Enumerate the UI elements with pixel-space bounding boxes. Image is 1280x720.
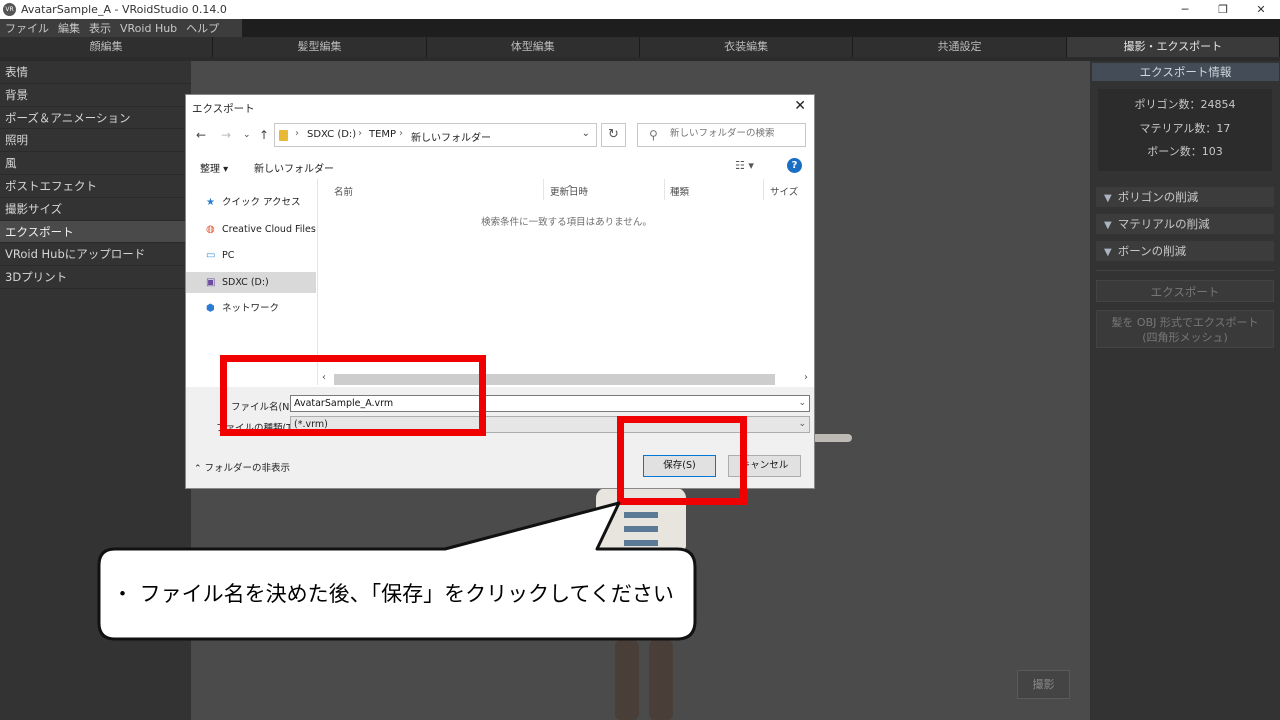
avatar-arm bbox=[812, 434, 852, 442]
restore-icon[interactable]: ❐ bbox=[1204, 0, 1242, 19]
nav-creative-cloud[interactable]: ◍ Creative Cloud Files bbox=[186, 219, 316, 240]
sidebar-item-vroid-hub-upload[interactable]: VRoid Hubにアップロード bbox=[0, 243, 191, 267]
help-icon[interactable]: ? bbox=[787, 158, 802, 173]
dialog-toolbar: 整理 ▾ 新しいフォルダー ☷ ▾ ? bbox=[186, 155, 814, 179]
export-panel: エクスポート情報 ポリゴン数：24854 マテリアル数：17 ボーン数：103 … bbox=[1090, 61, 1280, 720]
close-icon[interactable]: ✕ bbox=[1242, 0, 1280, 19]
bone-count: ボーン数：103 bbox=[1147, 145, 1223, 158]
pc-icon: ▭ bbox=[206, 250, 216, 261]
menu-help[interactable]: ヘルプ bbox=[181, 20, 223, 36]
sidebar-item-3d-print[interactable]: 3Dプリント bbox=[0, 266, 191, 289]
nav-quick-access[interactable]: ★ クイック アクセス bbox=[186, 192, 316, 213]
recent-dropdown-icon[interactable]: ⌄ bbox=[243, 130, 251, 140]
empty-message: 検索条件に一致する項目はありません。 bbox=[481, 217, 652, 228]
menu-view[interactable]: 表示 bbox=[84, 20, 115, 36]
tab-hair[interactable]: 髪型編集 bbox=[213, 37, 427, 57]
menu-strip bbox=[242, 19, 1280, 37]
breadcrumb-new-folder[interactable]: 新しいフォルダー bbox=[411, 129, 491, 144]
nav-network[interactable]: ⬢ ネットワーク bbox=[186, 298, 316, 319]
folder-icon bbox=[279, 130, 288, 141]
tab-photo-export[interactable]: 撮影・エクスポート bbox=[1066, 37, 1280, 57]
search-input[interactable] bbox=[670, 128, 800, 139]
app-icon: VR bbox=[3, 3, 16, 16]
sd-card-icon: ▣ bbox=[206, 277, 216, 288]
search-box[interactable]: ⚲ bbox=[637, 123, 806, 147]
mode-tabs: 顔編集 髪型編集 体型編集 衣装編集 共通設定 撮影・エクスポート bbox=[0, 37, 1280, 57]
tab-face[interactable]: 顔編集 bbox=[0, 37, 214, 57]
column-modified[interactable]: 更新日時 bbox=[550, 184, 588, 198]
breadcrumb-drive[interactable]: SDXC (D:) bbox=[307, 129, 356, 140]
chevron-down-icon: ▼ bbox=[1104, 247, 1112, 258]
sidebar-item-post-effect[interactable]: ポストエフェクト bbox=[0, 175, 191, 198]
chevron-right-icon: › bbox=[295, 128, 299, 139]
window-controls: ─ ❐ ✕ bbox=[1166, 0, 1280, 19]
chevron-right-icon: › bbox=[399, 128, 403, 139]
instruction-callout bbox=[97, 501, 697, 641]
section-polygon-reduction[interactable]: ▼ ポリゴンの削減 bbox=[1096, 187, 1274, 207]
file-list-header: ⌃ 名前 更新日時 種類 サイズ bbox=[319, 179, 814, 200]
tab-common[interactable]: 共通設定 bbox=[853, 37, 1067, 57]
search-icon: ⚲ bbox=[649, 128, 658, 142]
filename-highlight-box bbox=[220, 355, 486, 436]
export-info-header: エクスポート情報 bbox=[1092, 63, 1279, 81]
divider bbox=[1096, 270, 1274, 271]
view-options-icon[interactable]: ☷ ▾ bbox=[735, 159, 754, 172]
column-divider[interactable] bbox=[543, 179, 544, 200]
export-button[interactable]: エクスポート bbox=[1096, 280, 1274, 302]
title-bar: VR AvatarSample_A - VRoidStudio 0.14.0 ─… bbox=[0, 0, 1280, 19]
menu-bar: ファイル 編集 表示 VRoid Hub ヘルプ bbox=[0, 19, 242, 37]
export-info-box: ポリゴン数：24854 マテリアル数：17 ボーン数：103 bbox=[1098, 89, 1272, 171]
back-arrow-icon[interactable]: ← bbox=[196, 128, 206, 142]
tab-body[interactable]: 体型編集 bbox=[426, 37, 640, 57]
polygon-count: ポリゴン数：24854 bbox=[1134, 98, 1236, 111]
material-count: マテリアル数：17 bbox=[1139, 121, 1231, 135]
sidebar-item-background[interactable]: 背景 bbox=[0, 84, 191, 107]
menu-file[interactable]: ファイル bbox=[0, 20, 53, 36]
creative-cloud-icon: ◍ bbox=[206, 224, 215, 235]
chevron-down-icon[interactable]: ⌄ bbox=[798, 417, 806, 432]
column-size[interactable]: サイズ bbox=[770, 184, 798, 198]
forward-arrow-icon[interactable]: → bbox=[221, 128, 231, 142]
chevron-down-icon: ▼ bbox=[1104, 193, 1112, 204]
menu-vroid-hub[interactable]: VRoid Hub bbox=[115, 22, 181, 35]
section-bone-reduction[interactable]: ▼ ボーンの削減 bbox=[1096, 241, 1274, 261]
menu-edit[interactable]: 編集 bbox=[53, 20, 84, 36]
column-name[interactable]: 名前 bbox=[334, 184, 353, 198]
chevron-down-icon[interactable]: ⌄ bbox=[582, 128, 590, 139]
chevron-down-icon: ▼ bbox=[1104, 220, 1112, 231]
column-divider[interactable] bbox=[763, 179, 764, 200]
export-hair-obj-button[interactable]: 髪を OBJ 形式でエクスポート (四角形メッシュ) bbox=[1096, 310, 1274, 348]
new-folder-button[interactable]: 新しいフォルダー bbox=[254, 160, 334, 175]
sidebar-item-export[interactable]: エクスポート bbox=[0, 220, 191, 244]
tab-outfit[interactable]: 衣装編集 bbox=[639, 37, 854, 57]
column-divider[interactable] bbox=[664, 179, 665, 200]
avatar-legs bbox=[615, 640, 675, 720]
scroll-right-icon[interactable]: › bbox=[804, 372, 808, 383]
network-icon: ⬢ bbox=[206, 303, 215, 314]
chevron-right-icon: › bbox=[358, 128, 362, 139]
callout-text: ・ ファイル名を決めた後、「保存」をクリックしてください bbox=[112, 582, 674, 606]
minimize-icon[interactable]: ─ bbox=[1166, 0, 1204, 19]
star-icon: ★ bbox=[206, 197, 215, 208]
address-bar[interactable]: › SDXC (D:) › TEMP › 新しいフォルダー ⌄ bbox=[274, 123, 597, 147]
sidebar-item-pose-animation[interactable]: ポーズ＆アニメーション bbox=[0, 107, 191, 130]
column-type[interactable]: 種類 bbox=[670, 184, 689, 198]
sidebar-item-expression[interactable]: 表情 bbox=[0, 61, 191, 84]
up-arrow-icon[interactable]: ↑ bbox=[259, 128, 269, 142]
breadcrumb-temp[interactable]: TEMP bbox=[369, 129, 396, 140]
window-title: AvatarSample_A - VRoidStudio 0.14.0 bbox=[21, 3, 227, 16]
address-row: ← → ⌄ ↑ › SDXC (D:) › TEMP › 新しいフォルダー ⌄ … bbox=[186, 123, 814, 149]
organize-button[interactable]: 整理 ▾ bbox=[200, 160, 228, 175]
sidebar-item-shot-size[interactable]: 撮影サイズ bbox=[0, 198, 191, 221]
nav-sdxc-drive[interactable]: ▣ SDXC (D:) bbox=[186, 272, 316, 293]
nav-pc[interactable]: ▭ PC bbox=[186, 245, 316, 266]
dialog-close-icon[interactable]: ✕ bbox=[794, 98, 806, 114]
sidebar-item-lighting[interactable]: 照明 bbox=[0, 129, 191, 153]
refresh-icon[interactable]: ↻ bbox=[601, 123, 626, 147]
chevron-down-icon[interactable]: ⌄ bbox=[798, 396, 806, 411]
dialog-title: エクスポート bbox=[192, 103, 255, 115]
sidebar-item-wind[interactable]: 風 bbox=[0, 152, 191, 175]
section-material-reduction[interactable]: ▼ マテリアルの削減 bbox=[1096, 214, 1274, 234]
shoot-button[interactable]: 撮影 bbox=[1017, 670, 1070, 699]
